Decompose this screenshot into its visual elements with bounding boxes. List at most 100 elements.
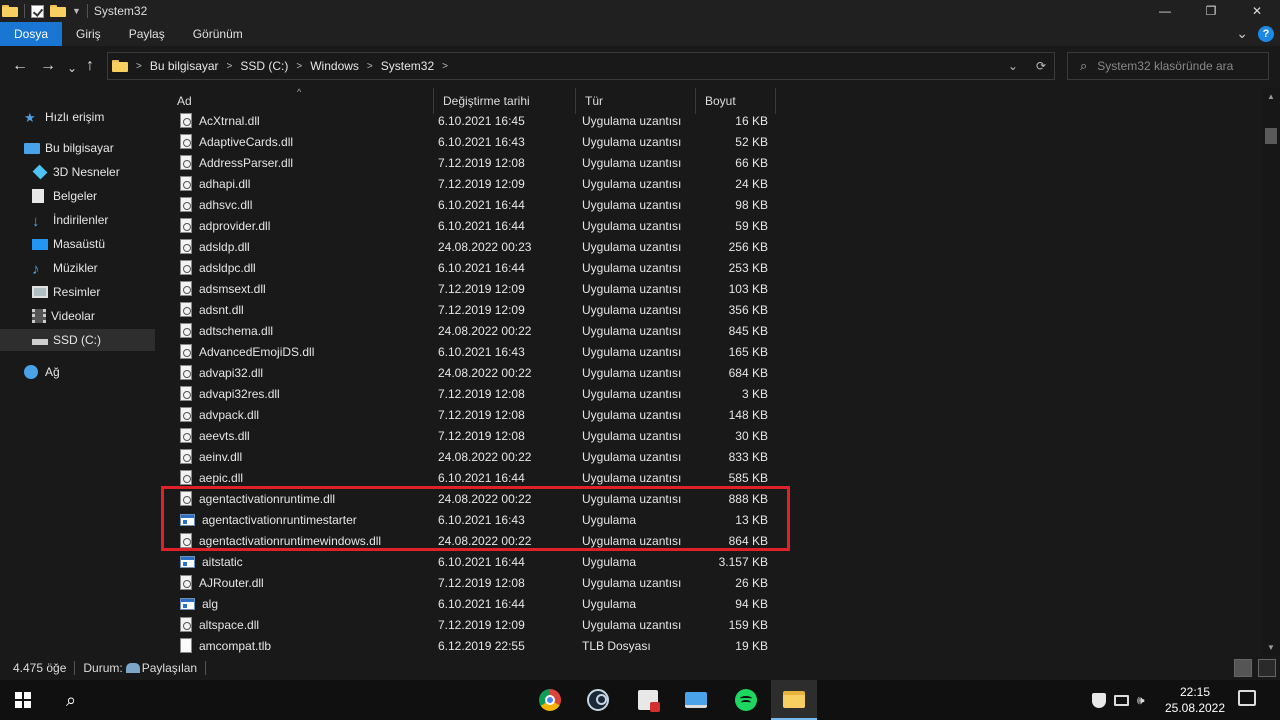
breadcrumb-chevron-icon[interactable]: >: [367, 61, 373, 72]
breadcrumb-system32[interactable]: System32: [381, 59, 434, 73]
table-row[interactable]: AddressParser.dll 7.12.2019 12:08 Uygulama…: [168, 152, 780, 173]
scroll-up-arrow-icon[interactable]: ▲: [1267, 92, 1275, 101]
address-dropdown-button[interactable]: ⌄: [1008, 59, 1018, 73]
search-button[interactable]: ⌕: [48, 680, 94, 720]
vertical-scrollbar[interactable]: ▲ ▼: [1262, 88, 1280, 656]
table-row[interactable]: adsnt.dll 7.12.2019 12:09 Uygulama uzantıs…: [168, 299, 780, 320]
nav-pictures[interactable]: Resimler: [32, 281, 100, 303]
star-icon: ★: [24, 110, 36, 125]
dll-file-icon: [180, 428, 192, 443]
table-row[interactable]: adhsvc.dll 6.10.2021 16:44 Uygulama uzantı…: [168, 194, 780, 215]
recent-locations-button[interactable]: ⌄: [67, 60, 77, 76]
table-row[interactable]: AdvancedEmojiDS.dll 6.10.2021 16:43 Uygula…: [168, 341, 780, 362]
table-row[interactable]: amcompat.tlb 6.12.2019 22:55 TLB Dosyası 19…: [168, 635, 780, 656]
nav-3d-objects[interactable]: 3D Nesneler: [32, 161, 120, 183]
nav-music[interactable]: ♪ Müzikler: [32, 257, 98, 279]
breadcrumb-windows[interactable]: Windows: [310, 59, 359, 73]
scrollbar-thumb[interactable]: [1265, 128, 1277, 144]
nav-desktop[interactable]: Masaüstü: [32, 233, 105, 255]
laptop-icon: [685, 692, 707, 708]
close-button[interactable]: ✕: [1234, 0, 1280, 22]
table-row[interactable]: AdaptiveCards.dll 6.10.2021 16:43 Uygulama…: [168, 131, 780, 152]
scroll-down-arrow-icon[interactable]: ▼: [1267, 643, 1275, 652]
search-input[interactable]: ⌕ System32 klasöründe ara: [1067, 52, 1269, 80]
table-row[interactable]: aeevts.dll 7.12.2019 12:08 Uygulama uzantı…: [168, 425, 780, 446]
taskbar-spotify[interactable]: [723, 680, 769, 720]
nav-downloads[interactable]: ↓ İndirilenler: [32, 209, 108, 231]
table-row[interactable]: adsldpc.dll 6.10.2021 16:44 Uygulama uzant…: [168, 257, 780, 278]
details-view-button[interactable]: [1234, 659, 1252, 677]
breadcrumb-chevron-icon[interactable]: >: [136, 61, 142, 72]
table-row[interactable]: aepic.dll 6.10.2021 16:44 Uygulama uzantıs…: [168, 467, 780, 488]
table-row[interactable]: agentactivationruntimewindows.dll 24.08.2…: [168, 530, 780, 551]
volume-icon[interactable]: 🕪: [1137, 693, 1145, 708]
taskbar-laptop-app[interactable]: [673, 680, 719, 720]
tab-file[interactable]: Dosya: [0, 22, 63, 46]
taskbar-app[interactable]: [625, 680, 671, 720]
start-button[interactable]: [0, 680, 46, 720]
maximize-button[interactable]: ❐: [1188, 0, 1234, 22]
file-date-cell: 7.12.2019 12:09: [438, 281, 525, 296]
table-row[interactable]: advpack.dll 7.12.2019 12:08 Uygulama uzant…: [168, 404, 780, 425]
file-name: AcXtrnal.dll: [199, 113, 260, 128]
table-row[interactable]: adprovider.dll 6.10.2021 16:44 Uygulama uz…: [168, 215, 780, 236]
nav-label: Hızlı erişim: [45, 110, 105, 124]
nav-documents[interactable]: Belgeler: [32, 185, 97, 207]
table-row[interactable]: agentactivationruntime.dll 24.08.2022 00:…: [168, 488, 780, 509]
nav-network[interactable]: Ağ: [24, 361, 60, 383]
computer-icon: [24, 142, 40, 154]
table-row[interactable]: AcXtrnal.dll 6.10.2021 16:45 Uygulama uzan…: [168, 110, 780, 131]
table-row[interactable]: AJRouter.dll 7.12.2019 12:08 Uygulama uzan…: [168, 572, 780, 593]
help-icon[interactable]: ?: [1258, 25, 1274, 42]
table-row[interactable]: adhapi.dll 7.12.2019 12:09 Uygulama uzantı…: [168, 173, 780, 194]
nav-quick-access[interactable]: ★ Hızlı erişim: [24, 106, 104, 128]
table-row[interactable]: alg 6.10.2021 16:44 Uygulama 94 KB: [168, 593, 780, 614]
nav-this-pc[interactable]: Bu bilgisayar: [24, 137, 114, 159]
table-row[interactable]: advapi32res.dll 7.12.2019 12:08 Uygulama u…: [168, 383, 780, 404]
tab-view[interactable]: Görünüm: [179, 22, 257, 46]
table-row[interactable]: adsldp.dll 24.08.2022 00:23 Uygulama uzant…: [168, 236, 780, 257]
breadcrumb-ssd[interactable]: SSD (C:): [240, 59, 288, 73]
file-date-cell: 6.10.2021 16:43: [438, 512, 525, 527]
taskbar-chrome[interactable]: [527, 680, 573, 720]
table-row[interactable]: aitstatic 6.10.2021 16:44 Uygulama 3.157 KB: [168, 551, 780, 572]
file-size-cell: 30 KB: [735, 428, 768, 443]
taskbar-file-explorer[interactable]: [771, 680, 817, 720]
network-icon[interactable]: [1114, 694, 1129, 706]
forward-button[interactable]: →: [40, 58, 56, 74]
expand-ribbon-chevron-icon[interactable]: ⌄: [1236, 25, 1248, 42]
properties-icon[interactable]: [31, 4, 44, 18]
notification-center-icon[interactable]: [1238, 690, 1256, 706]
table-row[interactable]: advapi32.dll 24.08.2022 00:22 Uygulama uza…: [168, 362, 780, 383]
security-shield-icon[interactable]: [1092, 692, 1106, 708]
breadcrumb-chevron-icon[interactable]: >: [296, 61, 302, 72]
file-type-cell: Uygulama: [582, 596, 637, 611]
back-button[interactable]: ←: [12, 58, 28, 74]
breadcrumb-chevron-icon[interactable]: >: [442, 61, 448, 72]
table-row[interactable]: agentactivationruntimestarter 6.10.2021 1…: [168, 509, 780, 530]
breadcrumb-this-pc[interactable]: Bu bilgisayar: [150, 59, 219, 73]
music-note-icon: ♪: [32, 261, 40, 278]
file-type-cell: Uygulama uzantısı: [582, 113, 682, 128]
taskbar-steam[interactable]: [575, 680, 621, 720]
minimize-button[interactable]: —: [1142, 0, 1188, 22]
refresh-button[interactable]: ⟳: [1036, 59, 1046, 73]
dll-file-icon: [180, 449, 192, 464]
table-row[interactable]: adtschema.dll 24.08.2022 00:22 Uygulama uz…: [168, 320, 780, 341]
nav-videos[interactable]: Videolar: [32, 305, 95, 327]
tab-home[interactable]: Giriş: [62, 22, 115, 46]
table-row[interactable]: aeinv.dll 24.08.2022 00:22 Uygulama uzantı…: [168, 446, 780, 467]
file-size-cell: 845 KB: [728, 323, 768, 338]
table-row[interactable]: adsmsext.dll 7.12.2019 12:09 Uygulama uzan…: [168, 278, 780, 299]
file-date-cell: 6.10.2021 16:44: [438, 470, 525, 485]
customize-toolbar-chevron-icon[interactable]: ▼: [72, 6, 81, 16]
nav-ssd-c[interactable]: SSD (C:): [0, 329, 155, 351]
large-icons-view-button[interactable]: [1258, 659, 1276, 677]
tab-share[interactable]: Paylaş: [115, 22, 179, 46]
up-button[interactable]: ↑: [86, 58, 94, 74]
clock[interactable]: 22:15 25.08.2022: [1164, 684, 1226, 716]
new-folder-icon[interactable]: [50, 5, 66, 17]
address-bar[interactable]: > Bu bilgisayar > SSD (C:) > Windows > S…: [107, 52, 1055, 80]
table-row[interactable]: altspace.dll 7.12.2019 12:09 Uygulama uzan…: [168, 614, 780, 635]
breadcrumb-chevron-icon[interactable]: >: [227, 61, 233, 72]
